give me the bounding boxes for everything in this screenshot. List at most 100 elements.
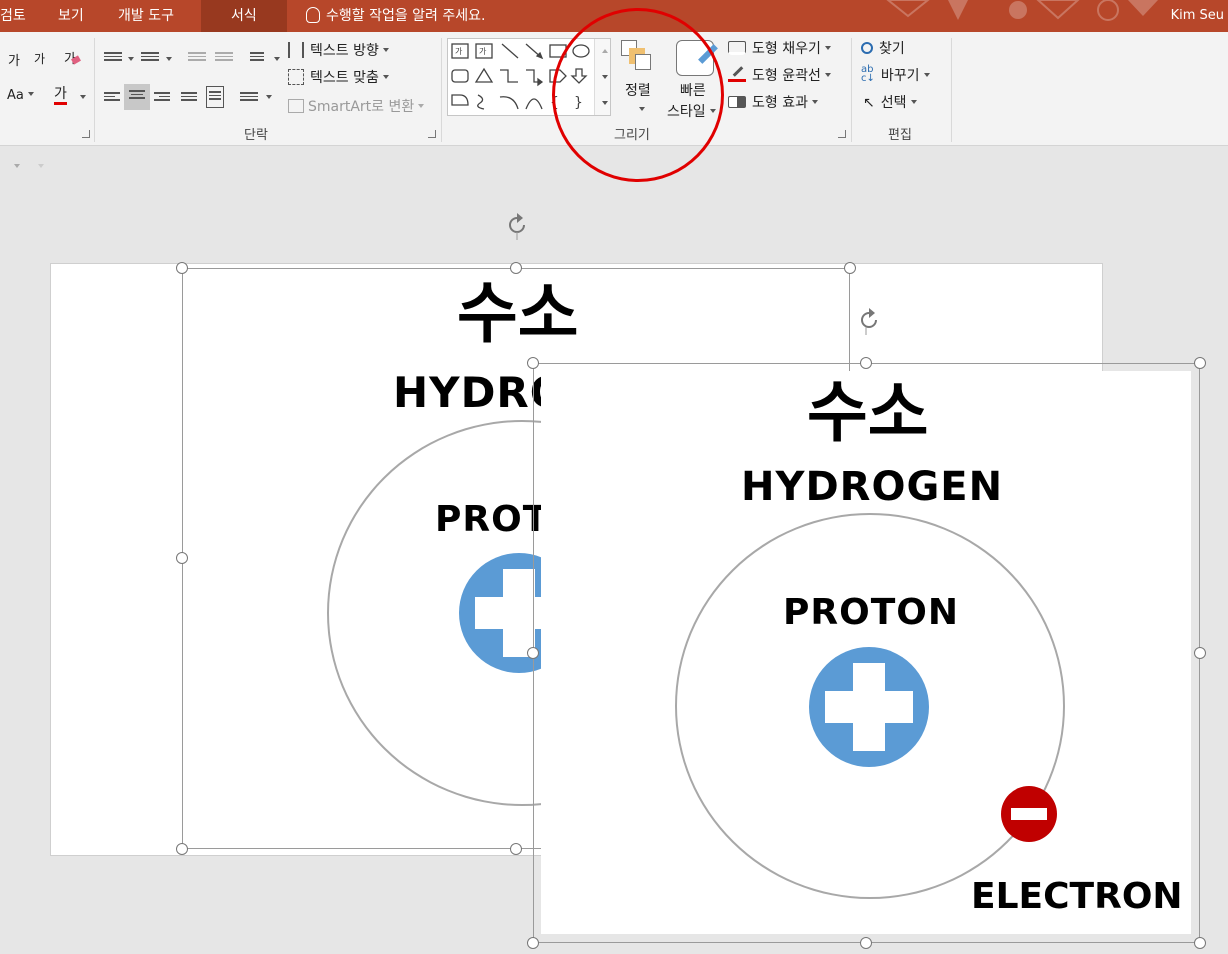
chevron-down-icon [709, 109, 716, 113]
resize-handle[interactable] [844, 262, 856, 274]
smartart-label: SmartArt로 변환 [308, 99, 415, 115]
user-name[interactable]: Kim Seu [1171, 0, 1224, 32]
chevron-down-icon [27, 92, 34, 96]
decorative-pattern [886, 0, 1158, 21]
drawing-group-label: 그리기 [614, 128, 650, 143]
replace-icon: ab c↓ [861, 64, 875, 84]
rotate-handle-icon[interactable] [502, 210, 532, 240]
gallery-scrollbar[interactable] [594, 39, 610, 115]
qat-chevron-icon[interactable] [38, 164, 44, 168]
resize-handle[interactable] [1194, 647, 1206, 659]
increase-indent-icon[interactable] [215, 50, 233, 63]
quick-styles-button[interactable]: 스타일 [667, 101, 716, 121]
decrease-indent-icon[interactable] [188, 50, 206, 63]
menu-bar: 검토 보기 개발 도구 서식 수행할 작업을 알려 주세요. Kim Seu [0, 0, 1228, 32]
select-label: 선택 [880, 95, 907, 111]
chevron-down-icon [382, 75, 389, 79]
shapes-gallery[interactable]: 가 가 { } [447, 38, 611, 116]
tab-review[interactable]: 검토 [0, 0, 26, 32]
tab-format[interactable]: 서식 [201, 0, 287, 32]
clear-format-button[interactable]: 가 [64, 48, 81, 67]
group-separator [851, 38, 852, 142]
shrink-font-button[interactable]: 가 [34, 50, 45, 67]
chevron-down-icon[interactable] [639, 107, 645, 111]
columns-icon[interactable] [240, 90, 258, 103]
grow-font-button[interactable]: 가 [8, 50, 20, 69]
resize-handle[interactable] [1194, 937, 1206, 949]
gallery-more-icon[interactable] [602, 101, 608, 105]
resize-handle[interactable] [527, 937, 539, 949]
chevron-down-icon[interactable] [266, 95, 272, 99]
tell-me-box[interactable]: 수행할 작업을 알려 주세요. [306, 0, 485, 32]
tab-view[interactable]: 보기 [58, 0, 84, 32]
select-button[interactable]: ↖ 선택 [863, 92, 917, 112]
smartart-icon [288, 99, 304, 113]
rotate-handle-icon[interactable] [854, 305, 884, 335]
chevron-down-icon[interactable] [128, 57, 134, 61]
tell-me-text: 수행할 작업을 알려 주세요. [326, 8, 486, 24]
chevron-down-icon [418, 104, 425, 108]
svg-text:{: { [550, 95, 559, 111]
quick-styles-line2: 스타일 [667, 104, 706, 120]
chevron-up-icon[interactable] [602, 49, 608, 53]
arrange-icon[interactable] [621, 40, 657, 76]
tab-developer[interactable]: 개발 도구 [118, 0, 174, 32]
resize-handle[interactable] [527, 357, 539, 369]
align-right-icon[interactable] [154, 90, 170, 103]
resize-handle[interactable] [1194, 357, 1206, 369]
chevron-down-icon[interactable] [166, 57, 172, 61]
line-spacing-icon[interactable] [250, 50, 264, 63]
dialog-launcher-icon[interactable] [428, 130, 436, 138]
resize-handle[interactable] [527, 647, 539, 659]
text-direction-button[interactable]: 텍스트 방향 [288, 40, 389, 60]
dialog-launcher-icon[interactable] [82, 130, 90, 138]
replace-button[interactable]: ab c↓ 바꾸기 [861, 65, 930, 85]
quick-styles-icon[interactable] [676, 40, 718, 76]
find-button[interactable]: 찾기 [861, 38, 905, 58]
quick-styles-line1[interactable]: 빠른 [680, 80, 706, 100]
dialog-launcher-icon[interactable] [838, 130, 846, 138]
bullets-icon[interactable] [104, 50, 122, 63]
convert-smartart-button[interactable]: SmartArt로 변환 [288, 96, 425, 116]
chevron-down-icon[interactable] [274, 57, 280, 61]
shape-outline-label: 도형 윤곽선 [752, 68, 821, 84]
shape-outline-button[interactable]: 도형 윤곽선 [728, 65, 831, 85]
chevron-down-icon [824, 46, 831, 50]
resize-handle[interactable] [176, 262, 188, 274]
shape-effects-button[interactable]: 도형 효과 [728, 92, 818, 112]
numbering-icon[interactable] [141, 50, 159, 63]
arrange-button[interactable]: 정렬 [625, 80, 651, 100]
chevron-down-icon[interactable] [602, 75, 608, 79]
pen-icon [728, 66, 746, 82]
align-text-icon [288, 69, 304, 85]
chevron-down-icon [811, 100, 818, 104]
chevron-down-icon [910, 100, 917, 104]
text-direction-icon [288, 42, 304, 58]
font-color-button[interactable]: 가 [54, 86, 67, 105]
distributed-icon[interactable] [206, 86, 224, 108]
qat-chevron-icon[interactable] [14, 164, 20, 168]
ribbon: 가 가 가 Aa 가 텍스트 방향 텍스트 맞춤 SmartArt로 변환 단락… [0, 32, 1228, 146]
resize-handle[interactable] [860, 357, 872, 369]
svg-text:가: 가 [479, 47, 487, 56]
resize-handle[interactable] [510, 843, 522, 855]
resize-handle[interactable] [860, 937, 872, 949]
align-text-button[interactable]: 텍스트 맞춤 [288, 67, 389, 87]
chevron-down-icon [923, 73, 930, 77]
resize-handle[interactable] [176, 843, 188, 855]
group-separator [441, 38, 442, 142]
chevron-down-icon [824, 73, 831, 77]
shape-fill-label: 도형 채우기 [752, 41, 821, 57]
change-case-button[interactable]: Aa [7, 88, 34, 103]
shape-fill-button[interactable]: 도형 채우기 [728, 38, 831, 58]
svg-text:가: 가 [455, 47, 463, 56]
chevron-down-icon[interactable] [80, 95, 86, 99]
align-center-icon[interactable] [124, 84, 150, 110]
text-direction-label: 텍스트 방향 [310, 43, 379, 59]
editing-group-label: 편집 [888, 128, 912, 143]
justify-icon[interactable] [181, 90, 197, 103]
group-separator [951, 38, 952, 142]
resize-handle[interactable] [510, 262, 522, 274]
resize-handle[interactable] [176, 552, 188, 564]
align-left-icon[interactable] [104, 90, 120, 103]
